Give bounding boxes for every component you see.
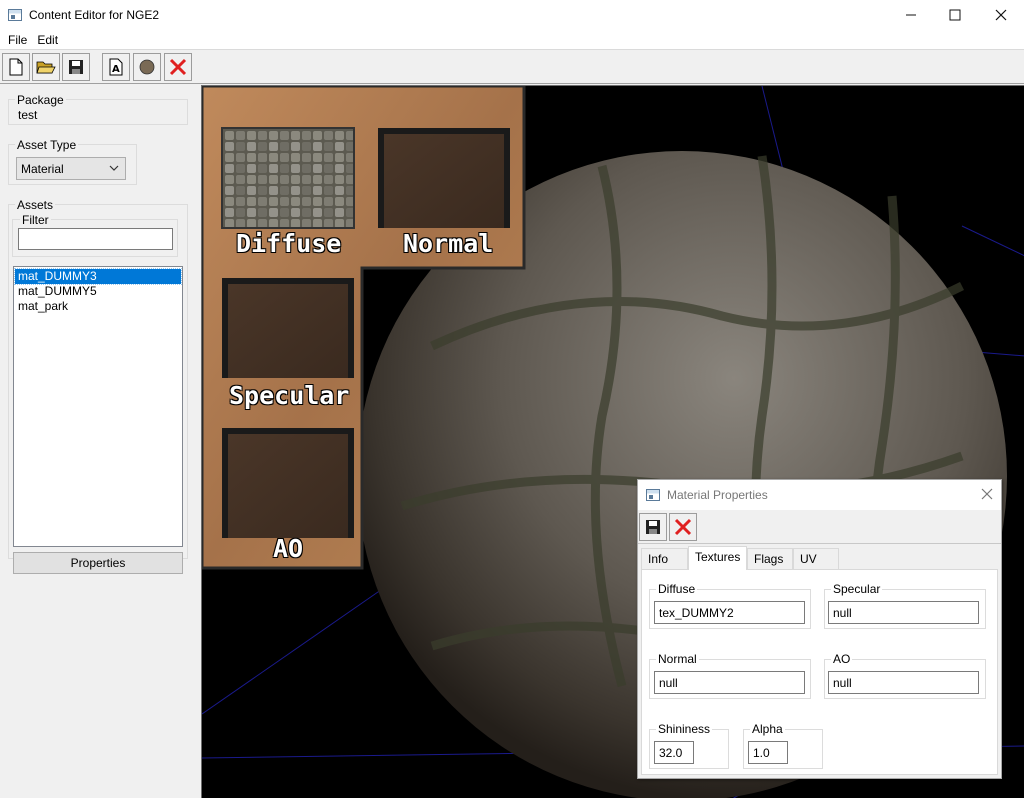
ao-texture-label: AO (273, 534, 304, 563)
diffuse-thumbnail (221, 127, 355, 229)
menu-bar: File Edit (0, 30, 1024, 50)
svg-text:A: A (112, 64, 120, 75)
package-label: Package (15, 93, 66, 107)
save-icon (69, 60, 83, 74)
window-title: Content Editor for NGE2 (29, 8, 160, 22)
assets-label: Assets (15, 198, 56, 212)
specular-texture-label: Specular (229, 381, 350, 410)
close-button[interactable] (978, 0, 1024, 30)
asset-type-label: Asset Type (15, 138, 79, 152)
save-icon (646, 520, 660, 534)
filter-input[interactable] (18, 228, 173, 250)
material-properties-dialog: Material Properties Info Textures Flags … (637, 479, 1002, 779)
normal-thumbnail (384, 134, 504, 228)
dialog-close-button[interactable] (981, 488, 993, 503)
diffuse-field[interactable] (654, 601, 805, 624)
specular-label: Specular (831, 582, 883, 596)
properties-button[interactable]: Properties (13, 552, 183, 574)
chevron-down-icon (109, 160, 119, 179)
shininess-label: Shininess (656, 722, 713, 736)
tab-textures[interactable]: Textures (688, 546, 747, 570)
open-folder-icon (36, 61, 56, 74)
ao-thumbnail (228, 434, 348, 538)
maximize-icon (949, 9, 961, 21)
close-icon (995, 9, 1007, 21)
normal-texture-label: Normal (403, 229, 494, 258)
dialog-title-bar: Material Properties (638, 480, 1001, 510)
asset-list[interactable]: mat_DUMMY3 mat_DUMMY5 mat_park (13, 266, 183, 547)
delete-icon (169, 58, 187, 76)
dialog-app-icon (646, 489, 660, 501)
tab-uv[interactable]: UV (793, 548, 839, 569)
new-file-button[interactable] (2, 53, 30, 81)
menu-file[interactable]: File (0, 33, 35, 47)
rename-asset-icon: A (109, 58, 123, 76)
dialog-toolbar (638, 510, 1001, 544)
list-item[interactable]: mat_DUMMY5 (15, 284, 181, 299)
package-value: test (18, 108, 38, 122)
ao-field[interactable] (828, 671, 979, 694)
ao-label: AO (831, 652, 853, 666)
dialog-title: Material Properties (667, 488, 768, 502)
toolbar: A (0, 51, 1024, 84)
dialog-delete-button[interactable] (669, 513, 697, 541)
minimize-icon (906, 14, 916, 16)
sphere-preview-icon (139, 59, 155, 75)
shininess-field[interactable] (654, 741, 694, 764)
textures-tab-panel: Diffuse Specular Normal AO Shininess Alp… (641, 569, 998, 775)
normal-field[interactable] (654, 671, 805, 694)
menu-edit[interactable]: Edit (35, 33, 66, 47)
delete-button[interactable] (164, 53, 192, 81)
asset-type-select[interactable]: Material (16, 157, 126, 180)
minimize-button[interactable] (888, 0, 934, 30)
list-item[interactable]: mat_park (15, 299, 181, 314)
specular-thumbnail (228, 284, 348, 378)
alpha-label: Alpha (750, 722, 785, 736)
list-item[interactable]: mat_DUMMY3 (14, 268, 182, 285)
dialog-save-button[interactable] (639, 513, 667, 541)
sphere-preview-button[interactable] (133, 53, 161, 81)
close-icon (981, 488, 993, 500)
maximize-button[interactable] (932, 0, 978, 30)
diffuse-texture-label: Diffuse (236, 229, 342, 258)
tab-flags[interactable]: Flags (747, 548, 793, 569)
new-file-icon (9, 58, 23, 76)
save-button[interactable] (62, 53, 90, 81)
asset-type-value: Material (21, 161, 64, 176)
rename-asset-button[interactable]: A (102, 53, 130, 81)
tab-info[interactable]: Info (641, 548, 688, 569)
delete-icon (674, 518, 692, 536)
app-icon (8, 9, 22, 21)
normal-label: Normal (656, 652, 699, 666)
title-bar: Content Editor for NGE2 (0, 0, 1024, 30)
specular-field[interactable] (828, 601, 979, 624)
diffuse-label: Diffuse (656, 582, 698, 596)
open-folder-button[interactable] (32, 53, 60, 81)
filter-label: Filter (20, 213, 51, 227)
alpha-field[interactable] (748, 741, 788, 764)
asset-sidebar: Package test Asset Type Material Assets … (0, 85, 200, 798)
